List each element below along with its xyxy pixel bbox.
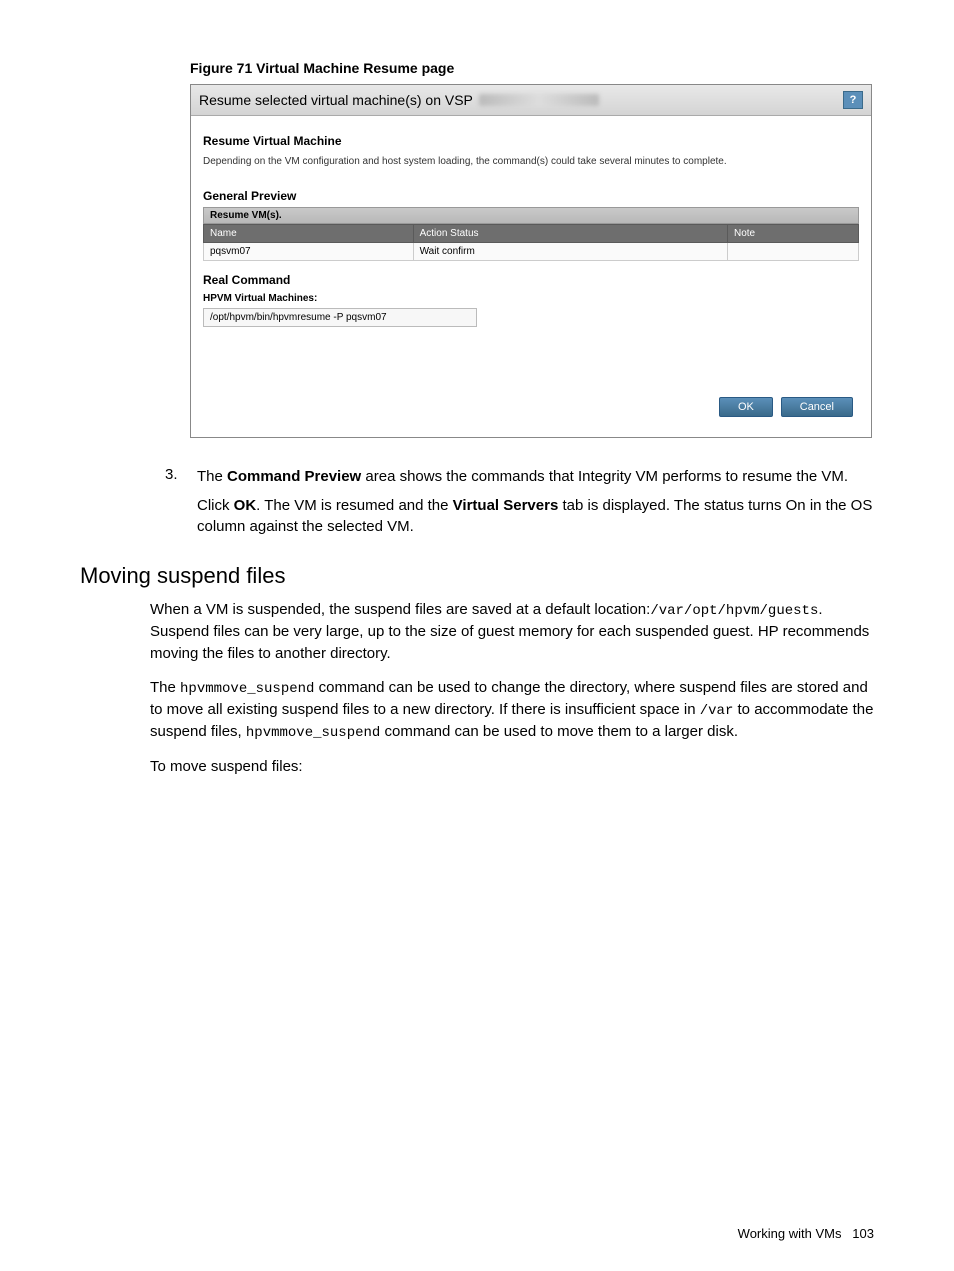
ok-button[interactable]: OK: [719, 397, 773, 417]
footer-page-number: 103: [852, 1226, 874, 1241]
titlebar: Resume selected virtual machine(s) on VS…: [191, 85, 871, 116]
cmd-code: hpvmmove_suspend: [246, 725, 380, 741]
t: . The VM is resumed and the: [256, 497, 453, 514]
panel-description: Depending on the VM configuration and ho…: [203, 156, 859, 167]
command-text: /opt/hpvm/bin/hpvmresume -P pqsvm07: [203, 308, 477, 327]
para-2: The hpvmmove_suspend command can be used…: [150, 677, 874, 744]
ok-bold: OK: [234, 497, 257, 514]
t: The: [150, 679, 180, 696]
t: The: [197, 468, 227, 485]
resume-vms-label: Resume VM(s).: [203, 207, 859, 224]
col-name: Name: [204, 225, 414, 243]
figure-caption: Figure 71 Virtual Machine Resume page: [190, 60, 874, 76]
t: command can be used to move them to a la…: [380, 723, 738, 740]
col-action-status: Action Status: [413, 225, 727, 243]
preview-table: Name Action Status Note pqsvm07 Wait con…: [203, 224, 859, 261]
para-3: To move suspend files:: [150, 756, 874, 778]
var-code: /var: [700, 703, 734, 719]
t: area shows the commands that Integrity V…: [361, 468, 848, 485]
cell-status: Wait confirm: [413, 243, 727, 261]
cell-note: [727, 243, 858, 261]
window-title: Resume selected virtual machine(s) on VS…: [199, 92, 473, 108]
real-command-title: Real Command: [203, 273, 859, 287]
screenshot-panel: Resume selected virtual machine(s) on VS…: [190, 84, 872, 438]
t: When a VM is suspended, the suspend file…: [150, 601, 650, 618]
step-text: The Command Preview area shows the comma…: [197, 466, 874, 537]
general-preview-title: General Preview: [203, 189, 859, 203]
panel-heading: Resume Virtual Machine: [203, 134, 859, 148]
hpvm-label: HPVM Virtual Machines:: [203, 293, 859, 304]
command-preview-bold: Command Preview: [227, 468, 361, 485]
t: Click: [197, 497, 234, 514]
cancel-button[interactable]: Cancel: [781, 397, 853, 417]
table-header-row: Name Action Status Note: [204, 225, 859, 243]
moving-suspend-heading: Moving suspend files: [80, 563, 874, 589]
cmd-code: hpvmmove_suspend: [180, 681, 314, 697]
help-icon[interactable]: ?: [843, 91, 863, 109]
footer-text: Working with VMs: [738, 1226, 842, 1241]
virtual-servers-bold: Virtual Servers: [453, 497, 559, 514]
step-number: 3.: [165, 466, 197, 537]
path-code: /var/opt/hpvm/guests: [650, 603, 818, 619]
col-note: Note: [727, 225, 858, 243]
hostname-blur: [479, 94, 599, 106]
page-footer: Working with VMs 103: [738, 1226, 874, 1241]
table-row: pqsvm07 Wait confirm: [204, 243, 859, 261]
cell-name: pqsvm07: [204, 243, 414, 261]
para-1: When a VM is suspended, the suspend file…: [150, 599, 874, 665]
